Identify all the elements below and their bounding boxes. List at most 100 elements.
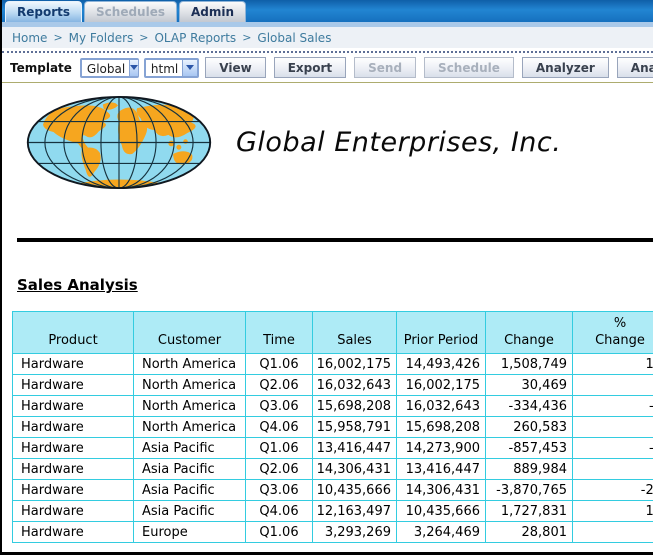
table-cell: 1 — [573, 522, 653, 543]
table-cell: Q4.06 — [246, 417, 313, 438]
table-cell: 0 — [573, 375, 653, 396]
table-row: HardwareNorth AmericaQ2.0616,032,64316,0… — [13, 375, 653, 396]
table-cell: Q1.06 — [246, 354, 313, 375]
table-row: HardwareEuropeQ1.063,293,2693,264,46928,… — [13, 522, 653, 543]
table-row: HardwareAsia PacificQ3.0610,435,66614,30… — [13, 480, 653, 501]
table-cell: 30,469 — [486, 375, 573, 396]
breadcrumb-global-sales[interactable]: Global Sales — [257, 31, 331, 45]
breadcrumb-home[interactable]: Home — [12, 31, 47, 45]
tab-bar: Reports Schedules Admin — [2, 0, 653, 22]
table-cell: 16,032,643 — [313, 375, 397, 396]
tab-label: Admin — [191, 5, 234, 19]
column-header: Sales — [313, 312, 397, 354]
toolbar-divider — [2, 82, 653, 83]
table-cell: 7 — [573, 459, 653, 480]
table-cell: Europe — [134, 522, 246, 543]
chevron-down-icon[interactable] — [129, 60, 138, 76]
table-cell: 28,801 — [486, 522, 573, 543]
table-cell: 14,306,431 — [313, 459, 397, 480]
table-cell: North America — [134, 375, 246, 396]
table-cell: -2 — [573, 396, 653, 417]
globe-icon — [24, 94, 214, 191]
export-button[interactable]: Export — [274, 57, 346, 78]
column-header: Change — [486, 312, 573, 354]
table-cell: North America — [134, 354, 246, 375]
tab-admin[interactable]: Admin — [179, 1, 246, 22]
breadcrumb-separator: > — [242, 31, 251, 44]
tab-label: Reports — [17, 5, 70, 19]
table-row: HardwareAsia PacificQ4.0612,163,49710,43… — [13, 501, 653, 522]
breadcrumb-separator: > — [139, 31, 148, 44]
table-cell: 16,032,643 — [397, 396, 486, 417]
table-cell: 16,002,175 — [313, 354, 397, 375]
tab-schedules[interactable]: Schedules — [84, 1, 177, 22]
table-cell: 889,984 — [486, 459, 573, 480]
report-header: Global Enterprises, Inc. — [24, 94, 653, 191]
table-cell: Hardware — [13, 480, 134, 501]
table-cell: Asia Pacific — [134, 459, 246, 480]
table-cell: Q3.06 — [246, 480, 313, 501]
send-button: Send — [354, 57, 416, 78]
table-header-row: ProductCustomerTimeSalesPrior PeriodChan… — [13, 312, 653, 354]
table-cell: North America — [134, 396, 246, 417]
table-cell: North America — [134, 417, 246, 438]
sales-table: ProductCustomerTimeSalesPrior PeriodChan… — [12, 311, 653, 543]
template-label: Template — [10, 61, 72, 75]
table-cell: Hardware — [13, 438, 134, 459]
table-cell: Hardware — [13, 354, 134, 375]
view-button[interactable]: View — [205, 57, 265, 78]
table-cell: Hardware — [13, 417, 134, 438]
table-row: HardwareAsia PacificQ1.0613,416,44714,27… — [13, 438, 653, 459]
table-cell: 1,508,749 — [486, 354, 573, 375]
tab-label: Schedules — [96, 5, 165, 19]
template-select[interactable]: Global — [80, 58, 139, 78]
chevron-down-icon[interactable] — [182, 60, 197, 76]
company-name: Global Enterprises, Inc. — [236, 127, 561, 158]
table-cell: 13,416,447 — [313, 438, 397, 459]
table-cell: 1,727,831 — [486, 501, 573, 522]
tab-reports[interactable]: Reports — [5, 1, 82, 22]
breadcrumb-olap-reports[interactable]: OLAP Reports — [154, 31, 236, 45]
format-select-value: html — [146, 60, 182, 76]
table-cell: 12,163,497 — [313, 501, 397, 522]
column-header: Customer — [134, 312, 246, 354]
table-cell: Q2.06 — [246, 459, 313, 480]
table-cell: Q3.06 — [246, 396, 313, 417]
table-cell: Q4.06 — [246, 501, 313, 522]
table-cell: Q1.06 — [246, 522, 313, 543]
table-cell: 16,002,175 — [397, 375, 486, 396]
table-cell: 10,435,666 — [397, 501, 486, 522]
table-row: HardwareAsia PacificQ2.0614,306,43113,41… — [13, 459, 653, 480]
table-cell: 3,293,269 — [313, 522, 397, 543]
table-cell: 10,435,666 — [313, 480, 397, 501]
table-cell: Asia Pacific — [134, 438, 246, 459]
table-cell: -27 — [573, 480, 653, 501]
table-cell: Q2.06 — [246, 375, 313, 396]
table-cell: 10 — [573, 354, 653, 375]
column-header: Product — [13, 312, 134, 354]
breadcrumb-my-folders[interactable]: My Folders — [69, 31, 134, 45]
format-select[interactable]: html — [144, 58, 199, 78]
table-cell: Hardware — [13, 375, 134, 396]
analyzer-button[interactable]: Analyzer — [522, 57, 609, 78]
table-row: HardwareNorth AmericaQ3.0615,698,20816,0… — [13, 396, 653, 417]
breadcrumb-separator: > — [53, 31, 62, 44]
horizontal-rule — [17, 238, 653, 242]
table-cell: 3,264,469 — [397, 522, 486, 543]
analyzer-button-2[interactable]: Analyzer — [617, 57, 653, 78]
table-row: HardwareNorth AmericaQ4.0615,958,79115,6… — [13, 417, 653, 438]
breadcrumb: Home > My Folders > OLAP Reports > Globa… — [2, 27, 653, 48]
table-cell: 13,416,447 — [397, 459, 486, 480]
template-select-value: Global — [82, 60, 129, 76]
table-cell: Hardware — [13, 396, 134, 417]
table-cell: 2 — [573, 417, 653, 438]
table-cell: -334,436 — [486, 396, 573, 417]
table-cell: -857,453 — [486, 438, 573, 459]
table-cell: Asia Pacific — [134, 480, 246, 501]
table-cell: 14,273,900 — [397, 438, 486, 459]
app-window: Reports Schedules Admin Home > My Folder… — [0, 0, 653, 555]
column-header: Prior Period — [397, 312, 486, 354]
section-title: Sales Analysis — [17, 276, 653, 294]
table-cell: Asia Pacific — [134, 501, 246, 522]
table-cell: 14,306,431 — [397, 480, 486, 501]
